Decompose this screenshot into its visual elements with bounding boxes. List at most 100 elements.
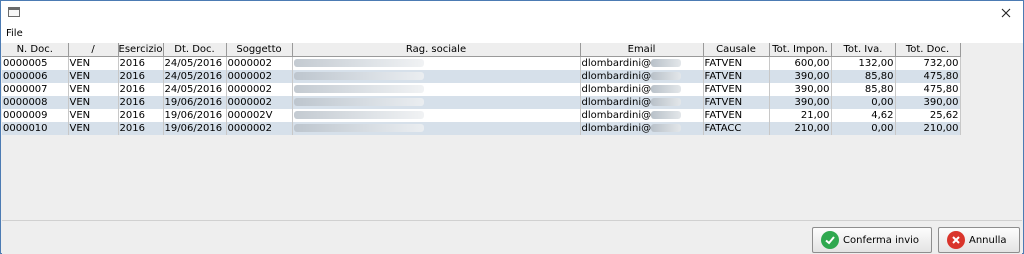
cell-email: dlombardini@ (580, 56, 704, 70)
cell-ndoc: 0000009 (2, 109, 69, 122)
cell-imponibile: 390,00 (769, 83, 832, 96)
table-row[interactable]: 0000007 VEN 2016 24/05/2016 0000002 dlom… (2, 83, 961, 96)
check-icon (821, 231, 839, 249)
cell-esercizio: 2016 (118, 109, 164, 122)
column-header[interactable]: Esercizio (118, 43, 164, 57)
cell-ragsociale (292, 122, 581, 135)
cell-iva: 0,00 (831, 122, 896, 135)
table-row[interactable]: 0000010 VEN 2016 19/06/2016 0000002 dlom… (2, 122, 961, 135)
cell-soggetto: 0000002 (226, 96, 293, 109)
cell-ragsociale (292, 70, 581, 83)
app-window-icon (8, 7, 20, 17)
column-header[interactable]: N. Doc. (2, 43, 69, 57)
documents-table-area[interactable]: N. Doc. / Esercizio Dt. Doc. Soggetto Ra… (2, 43, 1022, 220)
cell-ragsociale (292, 96, 581, 109)
title-bar (1, 1, 1023, 25)
cell-ragsociale (292, 56, 581, 70)
cell-iva: 85,80 (831, 70, 896, 83)
table-row[interactable]: 0000005 VEN 2016 24/05/2016 0000002 dlom… (2, 56, 961, 70)
confirm-send-button[interactable]: Conferma invio (812, 227, 932, 253)
cell-causale: FATVEN (703, 96, 770, 109)
cell-imponibile: 390,00 (769, 96, 832, 109)
cell-email: dlombardini@ (580, 122, 704, 135)
dialog-window: File N. Doc. / Esercizio Dt. Doc. Sogget… (0, 0, 1024, 254)
cell-soggetto: 0000002 (226, 70, 293, 83)
cell-dtdoc: 19/06/2016 (163, 96, 227, 109)
cell-iva: 85,80 (831, 83, 896, 96)
cell-ragsociale (292, 109, 581, 122)
cell-soggetto: 0000002 (226, 83, 293, 96)
cell-ndoc: 0000007 (2, 83, 69, 96)
cell-soggetto: 0000002 (226, 122, 293, 135)
column-header[interactable]: Email (580, 43, 704, 57)
cell-totale: 475,80 (895, 70, 961, 83)
column-header[interactable]: Dt. Doc. (163, 43, 227, 57)
cell-email: dlombardini@ (580, 96, 704, 109)
cell-totale: 732,00 (895, 56, 961, 70)
cell-esercizio: 2016 (118, 70, 164, 83)
cell-totale: 210,00 (895, 122, 961, 135)
cell-causale: FATACC (703, 122, 770, 135)
cell-dtdoc: 19/06/2016 (163, 122, 227, 135)
column-header[interactable]: Tot. Impon. (769, 43, 832, 57)
table-header-row: N. Doc. / Esercizio Dt. Doc. Soggetto Ra… (2, 43, 961, 57)
cell-totale: 475,80 (895, 83, 961, 96)
cell-totale: 390,00 (895, 96, 961, 109)
cell-dtdoc: 19/06/2016 (163, 109, 227, 122)
column-header[interactable]: Causale (703, 43, 770, 57)
confirm-send-label: Conferma invio (843, 234, 920, 246)
cell-causale: FATVEN (703, 109, 770, 122)
cell-iva: 4,62 (831, 109, 896, 122)
cell-ndoc: 0000006 (2, 70, 69, 83)
cell-dtdoc: 24/05/2016 (163, 56, 227, 70)
cell-soggetto: 0000002 (226, 56, 293, 70)
cell-sep: VEN (68, 56, 119, 70)
cell-esercizio: 2016 (118, 122, 164, 135)
cell-email: dlombardini@ (580, 70, 704, 83)
column-header[interactable]: Soggetto (226, 43, 293, 57)
column-header[interactable]: Rag. sociale (292, 43, 581, 57)
column-header[interactable]: Tot. Iva. (831, 43, 896, 57)
cell-imponibile: 390,00 (769, 70, 832, 83)
cell-iva: 0,00 (831, 96, 896, 109)
close-button[interactable] (989, 1, 1023, 25)
cell-causale: FATVEN (703, 83, 770, 96)
cancel-label: Annulla (969, 234, 1007, 246)
cell-sep: VEN (68, 70, 119, 83)
cell-dtdoc: 24/05/2016 (163, 70, 227, 83)
cancel-button[interactable]: Annulla (938, 227, 1020, 253)
cell-totale: 25,62 (895, 109, 961, 122)
cell-sep: VEN (68, 122, 119, 135)
menu-bar: File (1, 25, 1023, 43)
cell-ndoc: 0000010 (2, 122, 69, 135)
cell-soggetto: 000002V (226, 109, 293, 122)
documents-table[interactable]: N. Doc. / Esercizio Dt. Doc. Soggetto Ra… (2, 43, 961, 135)
table-row[interactable]: 0000008 VEN 2016 19/06/2016 0000002 dlom… (2, 96, 961, 109)
cell-imponibile: 600,00 (769, 56, 832, 70)
cell-email: dlombardini@ (580, 109, 704, 122)
cell-esercizio: 2016 (118, 96, 164, 109)
table-row[interactable]: 0000009 VEN 2016 19/06/2016 000002V dlom… (2, 109, 961, 122)
cell-ndoc: 0000008 (2, 96, 69, 109)
cell-imponibile: 210,00 (769, 122, 832, 135)
cell-sep: VEN (68, 96, 119, 109)
cell-sep: VEN (68, 109, 119, 122)
cell-imponibile: 21,00 (769, 109, 832, 122)
cell-esercizio: 2016 (118, 83, 164, 96)
cell-dtdoc: 24/05/2016 (163, 83, 227, 96)
cell-sep: VEN (68, 83, 119, 96)
column-header[interactable]: / (68, 43, 119, 57)
cell-esercizio: 2016 (118, 56, 164, 70)
column-header[interactable]: Tot. Doc. (895, 43, 961, 57)
menu-file[interactable]: File (6, 28, 23, 39)
close-icon (1001, 8, 1011, 18)
cell-email: dlombardini@ (580, 83, 704, 96)
cell-causale: FATVEN (703, 56, 770, 70)
table-row[interactable]: 0000006 VEN 2016 24/05/2016 0000002 dlom… (2, 70, 961, 83)
button-bar: Conferma invio Annulla (2, 220, 1022, 254)
cell-causale: FATVEN (703, 70, 770, 83)
cell-ragsociale (292, 83, 581, 96)
cancel-x-icon (947, 231, 965, 249)
cell-ndoc: 0000005 (2, 56, 69, 70)
cell-iva: 132,00 (831, 56, 896, 70)
